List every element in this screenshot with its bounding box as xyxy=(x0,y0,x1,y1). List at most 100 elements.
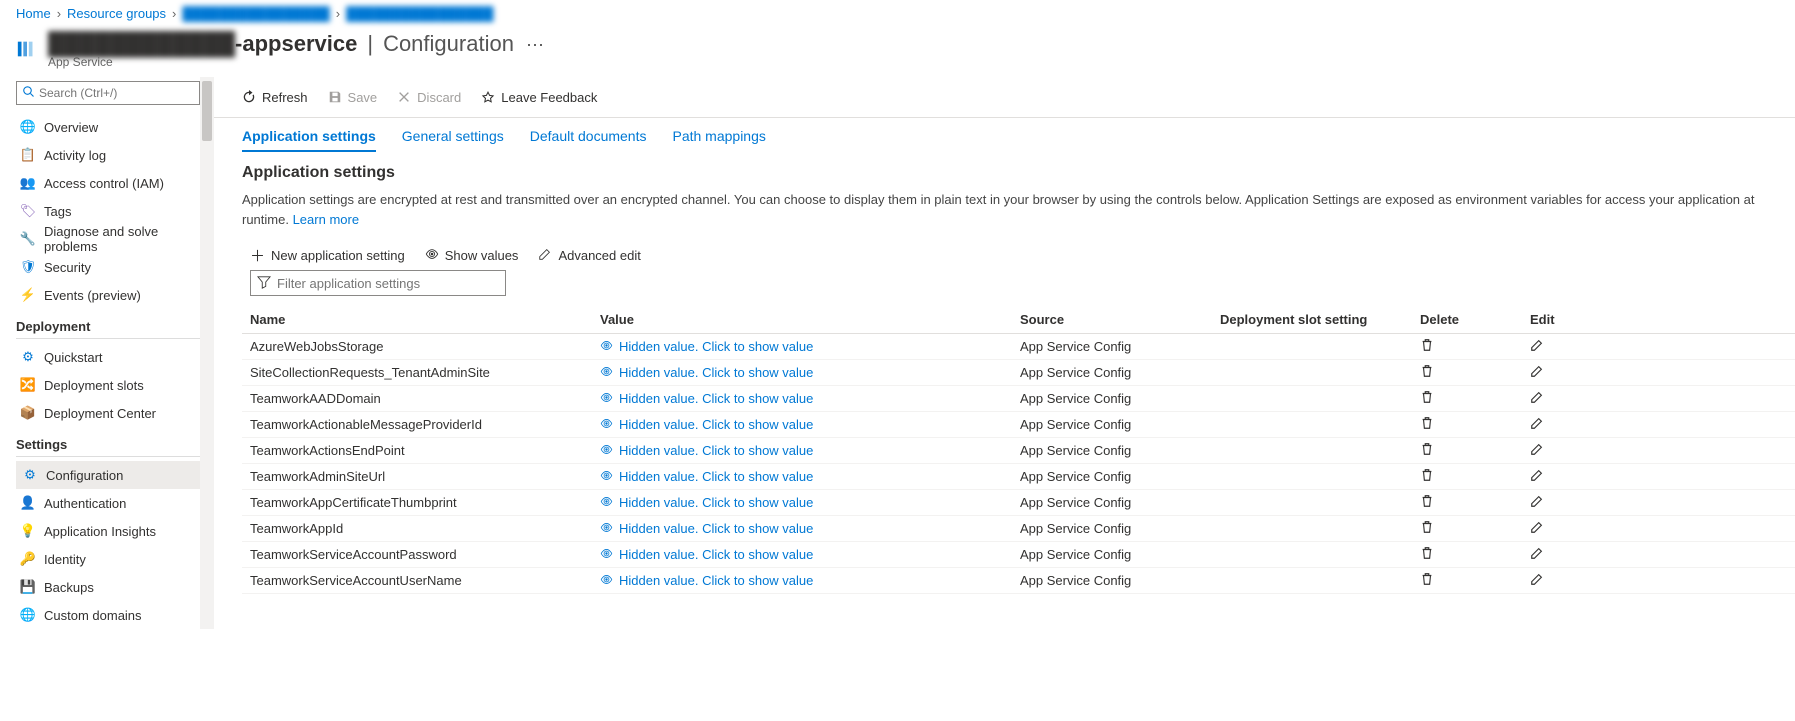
edit-button[interactable] xyxy=(1530,494,1610,511)
table-row: TeamworkAppIdHidden value. Click to show… xyxy=(242,516,1795,542)
pencil-icon xyxy=(1530,418,1544,433)
trash-icon xyxy=(1420,340,1434,355)
show-values-button[interactable]: Show values xyxy=(425,247,519,264)
delete-button[interactable] xyxy=(1420,468,1530,485)
hidden-value-link[interactable]: Hidden value. Click to show value xyxy=(600,391,1020,407)
feedback-button[interactable]: Leave Feedback xyxy=(481,90,597,105)
hidden-value-link[interactable]: Hidden value. Click to show value xyxy=(600,339,1020,355)
edit-button[interactable] xyxy=(1530,338,1610,355)
delete-button[interactable] xyxy=(1420,338,1530,355)
sidebar-item-overview[interactable]: 🌐Overview xyxy=(16,113,200,141)
sidebar-item-identity[interactable]: 🔑Identity xyxy=(16,545,200,573)
table-row: TeamworkServiceAccountUserNameHidden val… xyxy=(242,568,1795,594)
sidebar-item-iam[interactable]: 👥Access control (IAM) xyxy=(16,169,200,197)
trash-icon xyxy=(1420,574,1434,589)
sidebar-search[interactable] xyxy=(16,81,200,105)
delete-button[interactable] xyxy=(1420,494,1530,511)
tab-default-documents[interactable]: Default documents xyxy=(530,128,647,152)
more-icon[interactable]: ⋯ xyxy=(526,35,544,56)
th-source: Source xyxy=(1020,312,1220,327)
sidebar-item-security[interactable]: 🛡Security xyxy=(16,253,200,281)
sidebar-search-input[interactable] xyxy=(39,86,194,100)
edit-button[interactable] xyxy=(1530,364,1610,381)
sidebar-item-diagnose[interactable]: 🔧Diagnose and solve problems xyxy=(16,225,200,253)
hidden-value-link[interactable]: Hidden value. Click to show value xyxy=(600,365,1020,381)
sidebar-item-custom-domains[interactable]: 🌐Custom domains xyxy=(16,601,200,629)
scrollbar-thumb[interactable] xyxy=(202,81,212,141)
hidden-value-link[interactable]: Hidden value. Click to show value xyxy=(600,547,1020,563)
delete-button[interactable] xyxy=(1420,442,1530,459)
edit-button[interactable] xyxy=(1530,546,1610,563)
new-setting-button[interactable]: ＋ New application setting xyxy=(250,245,405,266)
breadcrumb-resource-groups[interactable]: Resource groups xyxy=(67,6,166,21)
sidebar-scrollbar[interactable] xyxy=(200,77,214,629)
tab-general-settings[interactable]: General settings xyxy=(402,128,504,152)
hidden-value-link[interactable]: Hidden value. Click to show value xyxy=(600,521,1020,537)
tab-path-mappings[interactable]: Path mappings xyxy=(672,128,765,152)
settings-table: Name Value Source Deployment slot settin… xyxy=(242,306,1795,594)
edit-button[interactable] xyxy=(1530,416,1610,433)
discard-button: Discard xyxy=(397,90,461,105)
globe-icon: 🌐 xyxy=(20,119,36,135)
table-header: Name Value Source Deployment slot settin… xyxy=(242,306,1795,334)
eye-icon xyxy=(600,391,613,407)
trash-icon xyxy=(1420,366,1434,381)
delete-button[interactable] xyxy=(1420,520,1530,537)
filter-input[interactable] xyxy=(277,276,499,291)
edit-button[interactable] xyxy=(1530,390,1610,407)
sidebar-item-authentication[interactable]: 👤Authentication xyxy=(16,489,200,517)
activity-log-icon: 📋 xyxy=(20,147,36,163)
authentication-icon: 👤 xyxy=(20,495,36,511)
edit-button[interactable] xyxy=(1530,520,1610,537)
sidebar-item-activity-log[interactable]: 📋Activity log xyxy=(16,141,200,169)
hidden-value-link[interactable]: Hidden value. Click to show value xyxy=(600,573,1020,589)
trash-icon xyxy=(1420,392,1434,407)
filter-settings[interactable] xyxy=(250,270,506,296)
sidebar-item-quickstart[interactable]: ⚙Quickstart xyxy=(16,343,200,371)
pencil-icon xyxy=(1530,470,1544,485)
refresh-button[interactable]: Refresh xyxy=(242,90,308,105)
hidden-value-link[interactable]: Hidden value. Click to show value xyxy=(600,417,1020,433)
th-delete: Delete xyxy=(1420,312,1530,327)
plus-icon: ＋ xyxy=(250,245,265,266)
setting-source: App Service Config xyxy=(1020,339,1220,354)
sidebar-item-tags[interactable]: 🏷Tags xyxy=(16,197,200,225)
delete-button[interactable] xyxy=(1420,572,1530,589)
breadcrumb-home[interactable]: Home xyxy=(16,6,51,21)
eye-icon xyxy=(600,573,613,589)
shield-icon: 🛡 xyxy=(20,259,36,275)
search-icon xyxy=(23,86,35,101)
setting-source: App Service Config xyxy=(1020,547,1220,562)
pencil-icon xyxy=(1530,444,1544,459)
delete-button[interactable] xyxy=(1420,364,1530,381)
sidebar-item-deployment-slots[interactable]: 🔀Deployment slots xyxy=(16,371,200,399)
eye-icon xyxy=(600,495,613,511)
delete-button[interactable] xyxy=(1420,416,1530,433)
slots-icon: 🔀 xyxy=(20,377,36,393)
edit-button[interactable] xyxy=(1530,572,1610,589)
breadcrumb-blurred-2[interactable]: ████████████████ xyxy=(346,6,493,21)
delete-button[interactable] xyxy=(1420,390,1530,407)
pencil-icon xyxy=(1530,522,1544,537)
pencil-icon xyxy=(1530,574,1544,589)
sidebar-item-backups[interactable]: 💾Backups xyxy=(16,573,200,601)
hidden-value-link[interactable]: Hidden value. Click to show value xyxy=(600,469,1020,485)
advanced-edit-button[interactable]: Advanced edit xyxy=(538,247,640,264)
sidebar-item-configuration[interactable]: ⚙Configuration xyxy=(16,461,200,489)
sidebar-item-deployment-center[interactable]: 📦Deployment Center xyxy=(16,399,200,427)
table-row: AzureWebJobsStorageHidden value. Click t… xyxy=(242,334,1795,360)
divider xyxy=(16,456,200,457)
setting-source: App Service Config xyxy=(1020,443,1220,458)
learn-more-link[interactable]: Learn more xyxy=(293,212,359,227)
tab-application-settings[interactable]: Application settings xyxy=(242,128,376,152)
sidebar-item-app-insights[interactable]: 💡Application Insights xyxy=(16,517,200,545)
sidebar-item-events[interactable]: ⚡Events (preview) xyxy=(16,281,200,309)
breadcrumb-blurred-1[interactable]: ████████████████ xyxy=(182,6,329,21)
edit-button[interactable] xyxy=(1530,442,1610,459)
edit-button[interactable] xyxy=(1530,468,1610,485)
delete-button[interactable] xyxy=(1420,546,1530,563)
hidden-value-link[interactable]: Hidden value. Click to show value xyxy=(600,495,1020,511)
pencil-icon xyxy=(1530,340,1544,355)
hidden-value-link[interactable]: Hidden value. Click to show value xyxy=(600,443,1020,459)
section-description: Application settings are encrypted at re… xyxy=(242,190,1795,229)
